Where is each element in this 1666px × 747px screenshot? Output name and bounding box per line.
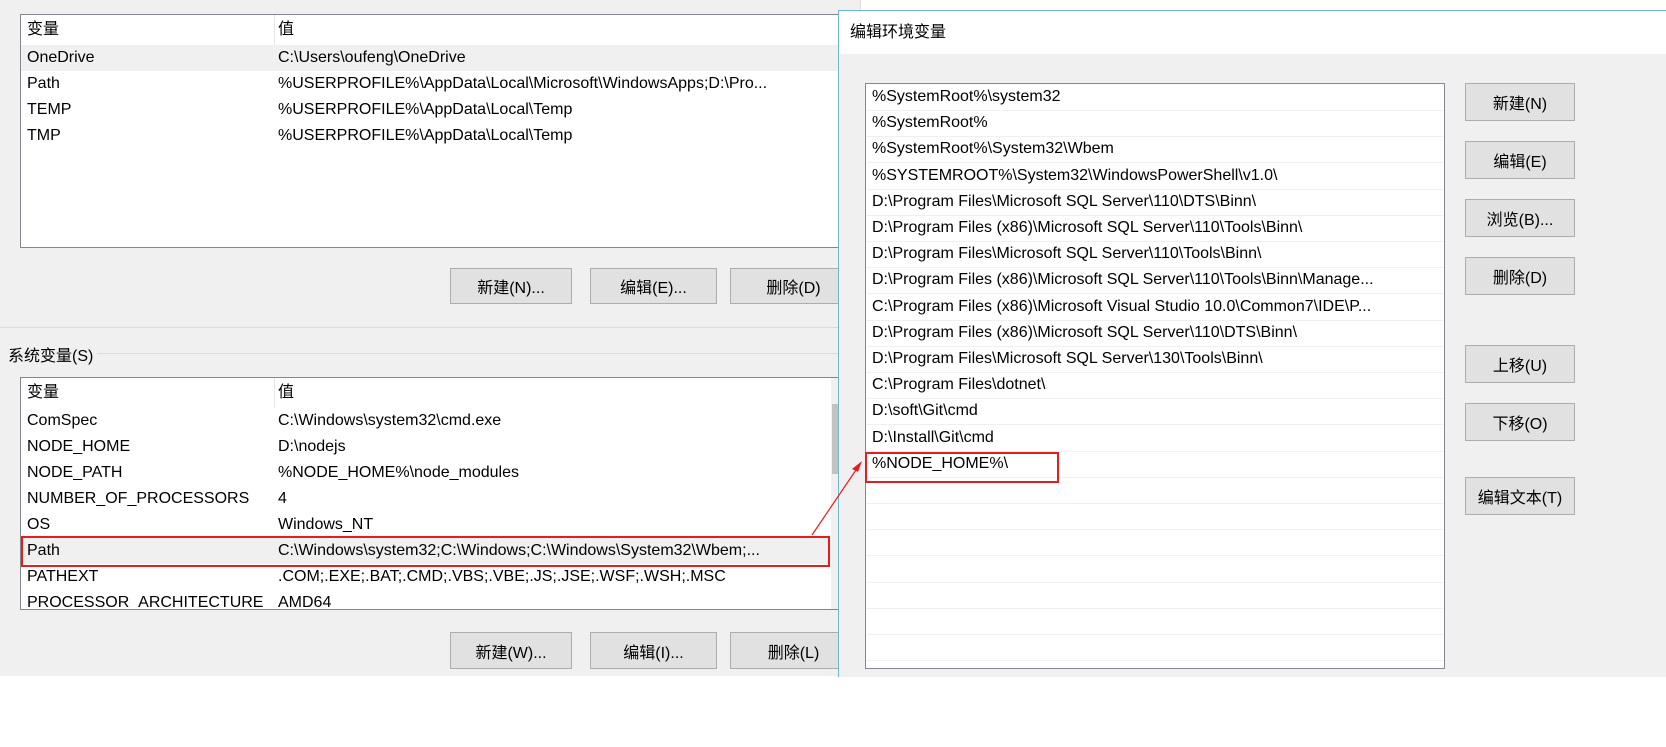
arrow-icon xyxy=(811,461,862,536)
